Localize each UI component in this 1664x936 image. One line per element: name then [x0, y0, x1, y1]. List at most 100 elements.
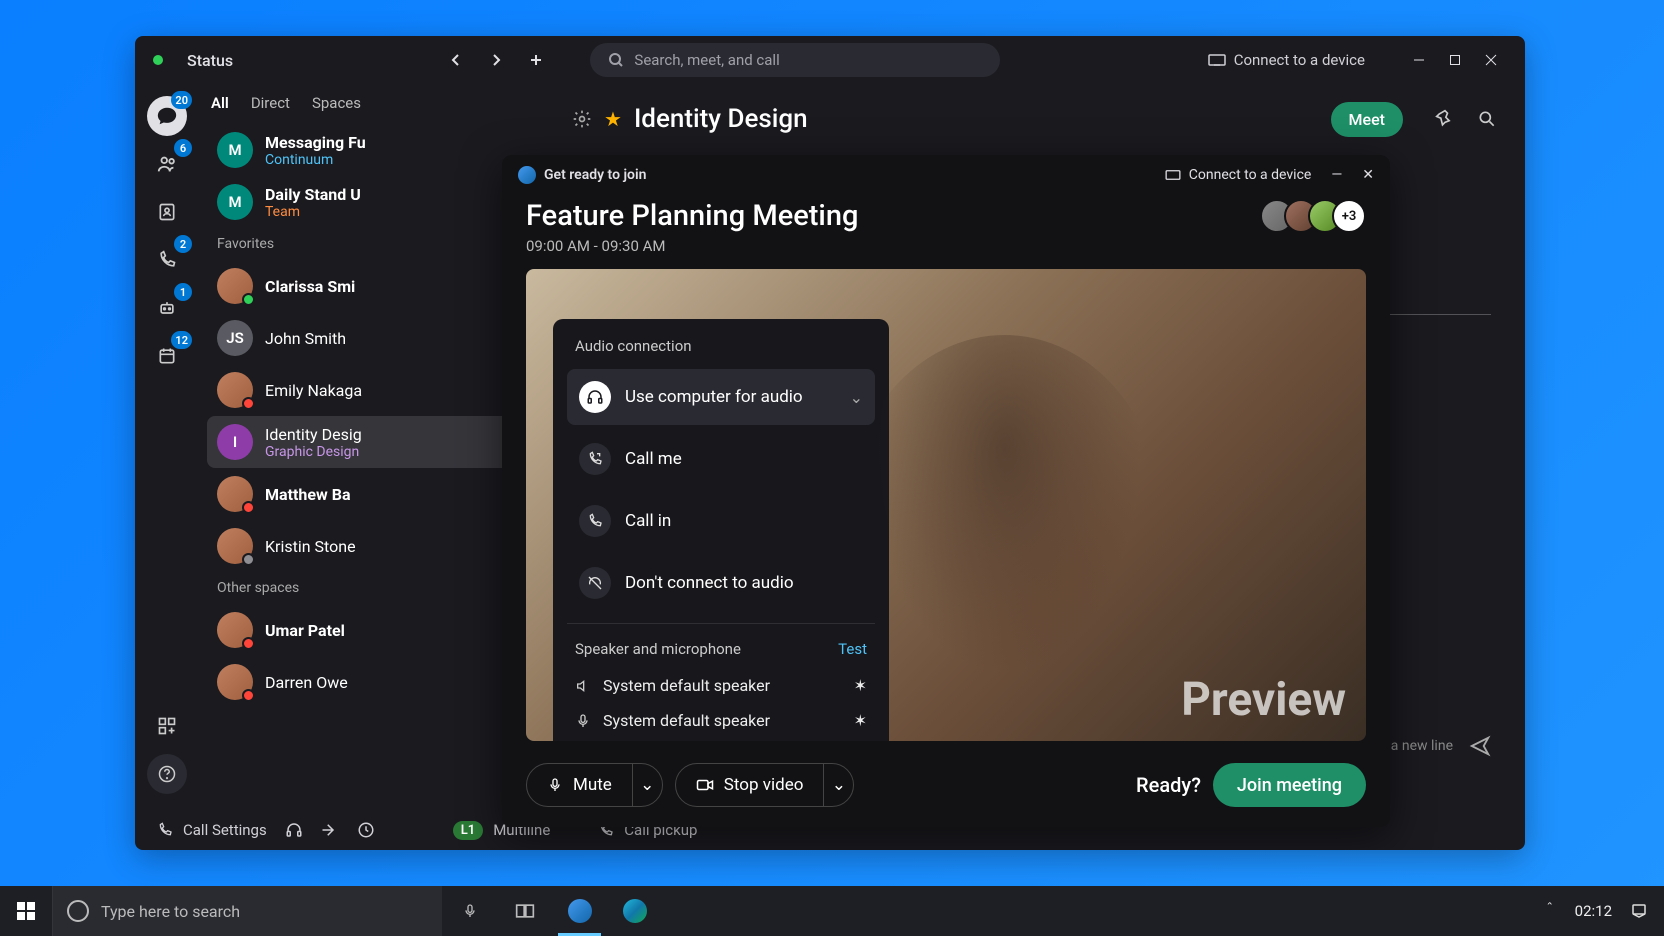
test-audio-link[interactable]: Test [838, 640, 867, 658]
list-item[interactable]: Kristin Stone [207, 520, 536, 572]
rail-apps[interactable]: 1 [147, 288, 187, 328]
options-icon[interactable]: ✶ [854, 676, 867, 695]
avatar [217, 528, 253, 564]
app-grid-plus-icon [157, 716, 177, 736]
audio-option-use-computer[interactable]: Use computer for audio ⌄ [567, 369, 875, 425]
filter-spaces[interactable]: Spaces [312, 94, 361, 112]
modal-connect-device[interactable]: Connect to a device [1165, 167, 1312, 183]
call-settings-button[interactable]: Call Settings [157, 821, 267, 839]
rail-contacts[interactable] [147, 192, 187, 232]
taskbar-search-input[interactable]: Type here to search [52, 886, 442, 936]
minimize-button[interactable] [1403, 44, 1435, 76]
presence-indicator [153, 55, 163, 65]
audio-connection-panel: Audio connection Use computer for audio … [553, 319, 889, 741]
space-header: ★ Identity Design Meet [544, 84, 1525, 154]
rail-add-app[interactable] [147, 706, 187, 746]
avatar [217, 372, 253, 408]
filter-all[interactable]: All [211, 94, 229, 112]
chevron-down-icon: ⌄ [850, 388, 863, 407]
modal-close-button[interactable]: ✕ [1362, 167, 1374, 183]
mute-options-chevron[interactable]: ⌄ [632, 764, 662, 806]
modal-titlebar: Get ready to join Connect to a device — … [502, 155, 1390, 195]
search-in-space-icon[interactable] [1477, 109, 1497, 129]
video-icon [696, 778, 714, 792]
status-label[interactable]: Status [187, 51, 233, 70]
audio-option-call-in[interactable]: Call in [567, 493, 875, 549]
taskbar-app-webex[interactable] [552, 886, 607, 936]
list-item-selected[interactable]: I Identity DesigGraphic Design [207, 416, 536, 468]
speaker-device-row[interactable]: System default speaker ✶ [567, 668, 875, 703]
list-item[interactable]: Emily Nakaga [207, 364, 536, 416]
rail-teams[interactable]: 6 [147, 144, 187, 184]
avatar: JS [217, 320, 253, 356]
list-item[interactable]: M Messaging FuContinuum [207, 124, 536, 176]
call-in-icon [579, 505, 611, 537]
phone-settings-icon [157, 822, 173, 838]
device-icon [1208, 53, 1226, 67]
taskbar-task-view[interactable] [497, 886, 552, 936]
calls-badge: 2 [174, 235, 192, 253]
headset-icon[interactable] [285, 821, 303, 839]
list-item[interactable]: Darren Owe [207, 656, 536, 708]
search-icon [608, 52, 624, 68]
notifications-icon[interactable] [1630, 902, 1648, 920]
avatar: M [217, 184, 253, 220]
taskbar-mic-icon[interactable] [442, 886, 497, 936]
speaker-icon [575, 678, 591, 694]
phone-icon [157, 250, 177, 270]
global-search-input[interactable]: Search, meet, and call [590, 43, 1000, 77]
maximize-button[interactable] [1439, 44, 1471, 76]
list-item[interactable]: M Daily Stand UTeam [207, 176, 536, 228]
dial-icon[interactable] [357, 821, 375, 839]
forward-icon[interactable] [321, 821, 339, 839]
microphone-device-row[interactable]: System default speaker ✶ [567, 703, 875, 738]
rail-messaging[interactable]: 20 [147, 96, 187, 136]
audio-panel-title: Audio connection [567, 337, 875, 355]
rail-calls[interactable]: 2 [147, 240, 187, 280]
send-icon[interactable] [1469, 735, 1491, 757]
new-tab-button[interactable] [520, 44, 552, 76]
bot-icon [157, 298, 177, 318]
list-item[interactable]: Clarissa Smi [207, 260, 536, 312]
gear-icon[interactable] [572, 109, 592, 129]
nav-back-button[interactable] [440, 44, 472, 76]
help-icon [158, 765, 176, 783]
list-item[interactable]: Matthew Ba [207, 468, 536, 520]
space-title: Identity Design [634, 104, 808, 134]
favorite-star-icon[interactable]: ★ [604, 107, 622, 131]
headset-icon [579, 381, 611, 413]
video-options-chevron[interactable]: ⌄ [823, 764, 853, 806]
tray-expand-icon[interactable]: ＾ [1543, 901, 1557, 921]
mute-button[interactable]: Mute ⌄ [526, 763, 663, 807]
list-item[interactable]: Umar Patel [207, 604, 536, 656]
main-app-window: Status Search, meet, and call Connect to… [135, 36, 1525, 850]
pin-icon[interactable] [1435, 109, 1455, 129]
preview-watermark: Preview [1181, 673, 1346, 727]
clock[interactable]: 02:12 [1575, 902, 1612, 920]
options-icon[interactable]: ✶ [854, 711, 867, 730]
nav-forward-button[interactable] [480, 44, 512, 76]
modal-minimize-button[interactable]: — [1331, 167, 1342, 183]
connect-device-button[interactable]: Connect to a device [1208, 51, 1365, 69]
cortana-icon [67, 900, 89, 922]
close-button[interactable] [1475, 44, 1507, 76]
avatar [217, 268, 253, 304]
windows-logo-icon [17, 902, 35, 920]
rail-calendar[interactable]: 12 [147, 336, 187, 376]
ready-label: Ready? [1136, 773, 1201, 797]
start-button[interactable] [0, 886, 52, 936]
rail-help[interactable] [147, 754, 187, 794]
calendar-icon [157, 346, 177, 366]
filter-direct[interactable]: Direct [251, 94, 290, 112]
taskbar-app-edge[interactable] [607, 886, 662, 936]
modal-title: Get ready to join [544, 167, 646, 183]
join-meeting-button[interactable]: Join meeting [1213, 763, 1366, 807]
meet-button[interactable]: Meet [1331, 102, 1403, 137]
participants-stack[interactable]: +3 [1270, 199, 1366, 233]
stop-video-button[interactable]: Stop video ⌄ [675, 763, 855, 807]
no-audio-icon [579, 567, 611, 599]
list-item[interactable]: JS John Smith [207, 312, 536, 364]
audio-option-none[interactable]: Don't connect to audio [567, 555, 875, 611]
audio-option-call-me[interactable]: Call me [567, 431, 875, 487]
meeting-title: Feature Planning Meeting [526, 199, 858, 233]
